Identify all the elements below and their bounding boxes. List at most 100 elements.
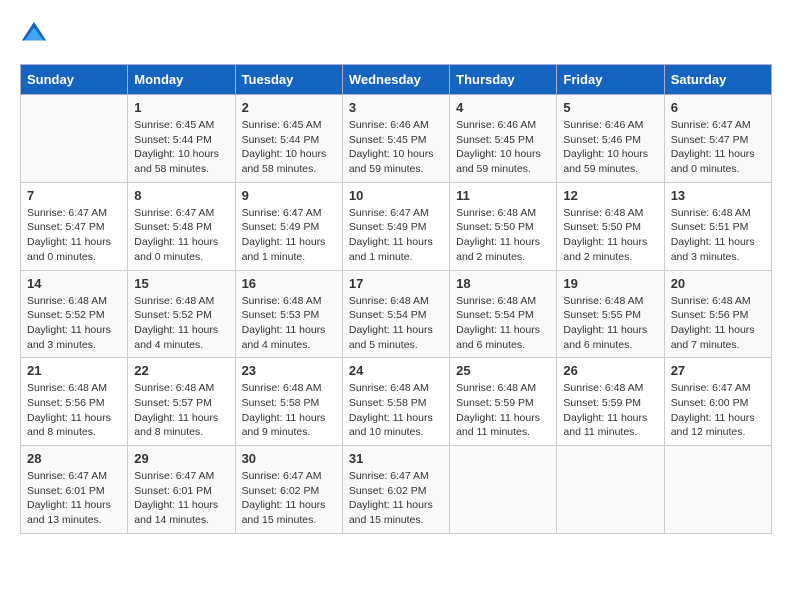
calendar-week-row: 28 Sunrise: 6:47 AMSunset: 6:01 PMDayligh… [21, 446, 772, 534]
calendar-day-cell: 9 Sunrise: 6:47 AMSunset: 5:49 PMDaylight… [235, 182, 342, 270]
calendar-day-cell: 30 Sunrise: 6:47 AMSunset: 6:02 PMDayligh… [235, 446, 342, 534]
calendar-day-cell: 7 Sunrise: 6:47 AMSunset: 5:47 PMDaylight… [21, 182, 128, 270]
calendar-day-cell: 20 Sunrise: 6:48 AMSunset: 5:56 PMDayligh… [664, 270, 771, 358]
day-number: 1 [134, 100, 228, 115]
day-of-week-header: Tuesday [235, 65, 342, 95]
day-info: Sunrise: 6:47 AMSunset: 6:00 PMDaylight:… [671, 381, 765, 440]
day-info: Sunrise: 6:47 AMSunset: 5:47 PMDaylight:… [27, 206, 121, 265]
calendar-week-row: 1 Sunrise: 6:45 AMSunset: 5:44 PMDaylight… [21, 95, 772, 183]
day-number: 9 [242, 188, 336, 203]
calendar-day-cell: 3 Sunrise: 6:46 AMSunset: 5:45 PMDaylight… [342, 95, 449, 183]
day-number: 16 [242, 276, 336, 291]
calendar-day-cell: 24 Sunrise: 6:48 AMSunset: 5:58 PMDayligh… [342, 358, 449, 446]
day-of-week-header: Thursday [450, 65, 557, 95]
day-info: Sunrise: 6:48 AMSunset: 5:56 PMDaylight:… [27, 381, 121, 440]
calendar-day-cell: 29 Sunrise: 6:47 AMSunset: 6:01 PMDayligh… [128, 446, 235, 534]
day-info: Sunrise: 6:48 AMSunset: 5:56 PMDaylight:… [671, 294, 765, 353]
day-info: Sunrise: 6:46 AMSunset: 5:46 PMDaylight:… [563, 118, 657, 177]
day-number: 5 [563, 100, 657, 115]
calendar-day-cell: 4Sunrise: 6:46 AMSunset: 5:45 PMDaylight… [450, 95, 557, 183]
day-number: 8 [134, 188, 228, 203]
day-info: Sunrise: 6:47 AMSunset: 5:47 PMDaylight:… [671, 118, 765, 177]
day-info: Sunrise: 6:47 AMSunset: 6:01 PMDaylight:… [134, 469, 228, 528]
day-info: Sunrise: 6:48 AMSunset: 5:54 PMDaylight:… [349, 294, 443, 353]
calendar-day-cell: 8 Sunrise: 6:47 AMSunset: 5:48 PMDaylight… [128, 182, 235, 270]
day-number: 20 [671, 276, 765, 291]
calendar-week-row: 14 Sunrise: 6:48 AMSunset: 5:52 PMDayligh… [21, 270, 772, 358]
day-info: Sunrise: 6:47 AMSunset: 5:49 PMDaylight:… [242, 206, 336, 265]
day-number: 30 [242, 451, 336, 466]
day-info: Sunrise: 6:48 AMSunset: 5:52 PMDaylight:… [134, 294, 228, 353]
calendar-day-cell: 26Sunrise: 6:48 AMSunset: 5:59 PMDayligh… [557, 358, 664, 446]
page-header [20, 20, 772, 48]
calendar-day-cell: 11 Sunrise: 6:48 AMSunset: 5:50 PMDayligh… [450, 182, 557, 270]
day-number: 11 [456, 188, 550, 203]
day-number: 27 [671, 363, 765, 378]
day-info: Sunrise: 6:48 AMSunset: 5:57 PMDaylight:… [134, 381, 228, 440]
day-number: 23 [242, 363, 336, 378]
day-number: 29 [134, 451, 228, 466]
day-info: Sunrise: 6:47 AMSunset: 5:48 PMDaylight:… [134, 206, 228, 265]
day-number: 24 [349, 363, 443, 378]
calendar-day-cell: 27 Sunrise: 6:47 AMSunset: 6:00 PMDayligh… [664, 358, 771, 446]
day-number: 28 [27, 451, 121, 466]
calendar-day-cell: 19Sunrise: 6:48 AMSunset: 5:55 PMDayligh… [557, 270, 664, 358]
calendar-week-row: 21 Sunrise: 6:48 AMSunset: 5:56 PMDayligh… [21, 358, 772, 446]
calendar-day-cell: 18 Sunrise: 6:48 AMSunset: 5:54 PMDayligh… [450, 270, 557, 358]
day-number: 31 [349, 451, 443, 466]
day-of-week-header: Wednesday [342, 65, 449, 95]
day-number: 6 [671, 100, 765, 115]
day-info: Sunrise: 6:48 AMSunset: 5:59 PMDaylight:… [456, 381, 550, 440]
day-info: Sunrise: 6:46 AMSunset: 5:45 PMDaylight:… [456, 118, 550, 177]
day-of-week-header: Sunday [21, 65, 128, 95]
day-info: Sunrise: 6:46 AMSunset: 5:45 PMDaylight:… [349, 118, 443, 177]
day-number: 7 [27, 188, 121, 203]
day-number: 15 [134, 276, 228, 291]
calendar-day-cell: 28 Sunrise: 6:47 AMSunset: 6:01 PMDayligh… [21, 446, 128, 534]
calendar-week-row: 7 Sunrise: 6:47 AMSunset: 5:47 PMDaylight… [21, 182, 772, 270]
day-info: Sunrise: 6:47 AMSunset: 6:02 PMDaylight:… [349, 469, 443, 528]
day-number: 25 [456, 363, 550, 378]
day-number: 10 [349, 188, 443, 203]
day-number: 14 [27, 276, 121, 291]
calendar-day-cell: 5 Sunrise: 6:46 AMSunset: 5:46 PMDaylight… [557, 95, 664, 183]
day-number: 21 [27, 363, 121, 378]
day-info: Sunrise: 6:48 AMSunset: 5:54 PMDaylight:… [456, 294, 550, 353]
calendar-day-cell [21, 95, 128, 183]
calendar-day-cell: 23Sunrise: 6:48 AMSunset: 5:58 PMDayligh… [235, 358, 342, 446]
day-number: 2 [242, 100, 336, 115]
logo-icon [20, 20, 48, 48]
calendar-day-cell: 12Sunrise: 6:48 AMSunset: 5:50 PMDayligh… [557, 182, 664, 270]
calendar-day-cell: 1 Sunrise: 6:45 AMSunset: 5:44 PMDaylight… [128, 95, 235, 183]
day-info: Sunrise: 6:45 AMSunset: 5:44 PMDaylight:… [134, 118, 228, 177]
calendar-day-cell: 16Sunrise: 6:48 AMSunset: 5:53 PMDayligh… [235, 270, 342, 358]
day-number: 17 [349, 276, 443, 291]
day-info: Sunrise: 6:45 AMSunset: 5:44 PMDaylight:… [242, 118, 336, 177]
calendar-day-cell: 2 Sunrise: 6:45 AMSunset: 5:44 PMDaylight… [235, 95, 342, 183]
calendar-day-cell: 21 Sunrise: 6:48 AMSunset: 5:56 PMDayligh… [21, 358, 128, 446]
day-info: Sunrise: 6:48 AMSunset: 5:52 PMDaylight:… [27, 294, 121, 353]
day-number: 13 [671, 188, 765, 203]
day-number: 18 [456, 276, 550, 291]
calendar-header-row: SundayMondayTuesdayWednesdayThursdayFrid… [21, 65, 772, 95]
day-of-week-header: Monday [128, 65, 235, 95]
calendar-day-cell: 13 Sunrise: 6:48 AMSunset: 5:51 PMDayligh… [664, 182, 771, 270]
day-of-week-header: Friday [557, 65, 664, 95]
calendar-day-cell [557, 446, 664, 534]
calendar-day-cell: 10 Sunrise: 6:47 AMSunset: 5:49 PMDayligh… [342, 182, 449, 270]
calendar-day-cell: 6 Sunrise: 6:47 AMSunset: 5:47 PMDaylight… [664, 95, 771, 183]
day-number: 3 [349, 100, 443, 115]
calendar-day-cell: 14 Sunrise: 6:48 AMSunset: 5:52 PMDayligh… [21, 270, 128, 358]
calendar-day-cell: 17 Sunrise: 6:48 AMSunset: 5:54 PMDayligh… [342, 270, 449, 358]
day-info: Sunrise: 6:47 AMSunset: 6:02 PMDaylight:… [242, 469, 336, 528]
day-number: 12 [563, 188, 657, 203]
day-info: Sunrise: 6:47 AMSunset: 6:01 PMDaylight:… [27, 469, 121, 528]
day-info: Sunrise: 6:48 AMSunset: 5:58 PMDaylight:… [349, 381, 443, 440]
logo [20, 20, 52, 48]
day-info: Sunrise: 6:47 AMSunset: 5:49 PMDaylight:… [349, 206, 443, 265]
day-info: Sunrise: 6:48 AMSunset: 5:50 PMDaylight:… [456, 206, 550, 265]
calendar-day-cell [664, 446, 771, 534]
calendar-day-cell: 15 Sunrise: 6:48 AMSunset: 5:52 PMDayligh… [128, 270, 235, 358]
calendar-day-cell: 22Sunrise: 6:48 AMSunset: 5:57 PMDayligh… [128, 358, 235, 446]
day-info: Sunrise: 6:48 AMSunset: 5:51 PMDaylight:… [671, 206, 765, 265]
